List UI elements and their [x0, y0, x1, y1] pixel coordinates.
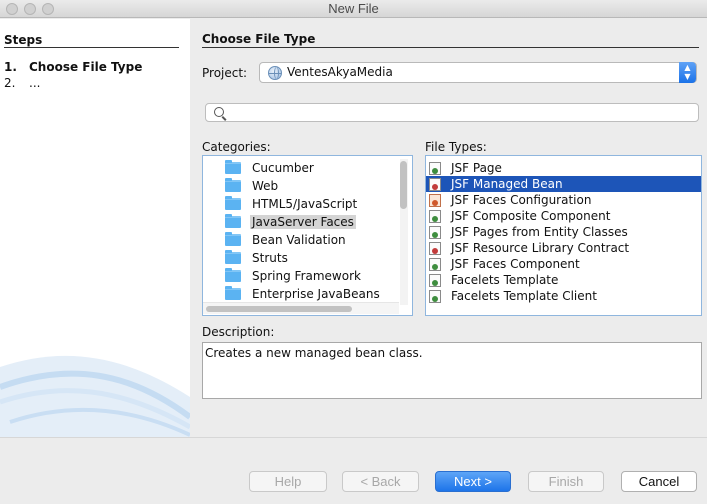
file-type-label: JSF Page	[451, 161, 502, 175]
window-title: New File	[328, 1, 379, 16]
decorative-swoosh-graphic	[0, 355, 190, 437]
category-label: HTML5/JavaScript	[252, 197, 358, 211]
category-label: Struts	[252, 251, 288, 265]
faces-config-icon	[429, 194, 441, 207]
step-2: 2....	[4, 76, 40, 90]
category-item-enterprise-javabeans[interactable]: Enterprise JavaBeans	[203, 285, 398, 303]
categories-label: Categories:	[202, 140, 271, 154]
step-2-label: ...	[29, 76, 41, 90]
file-type-jsf-page[interactable]: JSF Page	[426, 160, 701, 176]
search-icon	[214, 107, 224, 117]
category-item-struts[interactable]: Struts	[203, 249, 398, 267]
jsf-page-icon	[429, 258, 441, 271]
title-bar: New File	[0, 0, 707, 18]
category-label: Web	[252, 179, 279, 193]
project-value: VentesAkyaMedia	[287, 65, 393, 79]
category-label: Spring Framework	[252, 269, 361, 283]
scroll-thumb[interactable]	[400, 161, 407, 209]
file-type-label: JSF Composite Component	[451, 209, 611, 223]
component-icon	[429, 210, 441, 223]
category-label: Cucumber	[252, 161, 314, 175]
search-field[interactable]	[205, 103, 699, 122]
file-type-label: JSF Resource Library Contract	[451, 241, 630, 255]
file-type-label: JSF Faces Configuration	[451, 193, 592, 207]
categories-horizontal-scrollbar[interactable]	[203, 302, 399, 314]
file-type-jsf-pages-from-entity-classes[interactable]: JSF Pages from Entity Classes	[426, 224, 701, 240]
category-item-bean-validation[interactable]: Bean Validation	[203, 231, 398, 249]
description-label: Description:	[202, 325, 275, 339]
file-type-jsf-resource-library-contract[interactable]: JSF Resource Library Contract	[426, 240, 701, 256]
jsf-page-icon	[429, 162, 441, 175]
next-button[interactable]: Next >	[435, 471, 511, 492]
category-item-cucumber[interactable]: Cucumber	[203, 159, 398, 177]
finish-button[interactable]: Finish	[528, 471, 604, 492]
file-type-label: Facelets Template Client	[451, 289, 597, 303]
file-type-label: JSF Pages from Entity Classes	[451, 225, 628, 239]
file-type-jsf-managed-bean[interactable]: JSF Managed Bean	[426, 176, 701, 192]
file-type-facelets-template[interactable]: Facelets Template	[426, 272, 701, 288]
step-1: 1. Choose File Type	[4, 60, 142, 74]
folder-icon	[225, 250, 241, 264]
step-2-number: 2.	[4, 76, 16, 90]
project-select[interactable]: VentesAkyaMedia ▲ ▼	[259, 62, 697, 83]
category-label: JavaServer Faces	[250, 215, 356, 229]
category-item-javaserver-faces[interactable]: JavaServer Faces	[203, 213, 398, 231]
category-label: Bean Validation	[252, 233, 346, 247]
chevron-updown-icon[interactable]: ▲ ▼	[679, 62, 696, 83]
folder-icon	[225, 178, 241, 192]
category-item-html5-javascript[interactable]: HTML5/JavaScript	[203, 195, 398, 213]
categories-list[interactable]: Cucumber Web HTML5/JavaScript JavaServer…	[202, 155, 413, 316]
library-contract-icon	[429, 242, 441, 255]
description-text: Creates a new managed bean class.	[205, 346, 423, 360]
folder-icon	[225, 268, 241, 282]
file-type-label: Facelets Template	[451, 273, 559, 287]
steps-pane: Steps 1. Choose File Type 2....	[0, 19, 190, 437]
file-type-jsf-faces-configuration[interactable]: JSF Faces Configuration	[426, 192, 701, 208]
back-button[interactable]: < Back	[342, 471, 419, 492]
category-item-web[interactable]: Web	[203, 177, 398, 195]
description-box: Creates a new managed bean class.	[202, 342, 702, 399]
file-type-label: JSF Managed Bean	[451, 177, 563, 191]
categories-vertical-scrollbar[interactable]	[400, 159, 408, 305]
steps-heading: Steps	[4, 33, 43, 47]
file-type-label: JSF Faces Component	[451, 257, 580, 271]
folder-icon	[225, 286, 241, 300]
globe-icon	[268, 66, 282, 80]
jsf-page-icon	[429, 226, 441, 239]
folder-icon	[225, 160, 241, 174]
file-type-facelets-template-client[interactable]: Facelets Template Client	[426, 288, 701, 304]
button-bar: Help < Back Next > Finish Cancel	[0, 437, 707, 504]
template-icon	[429, 274, 441, 287]
managed-bean-icon	[429, 178, 441, 191]
section-heading: Choose File Type	[202, 32, 316, 46]
folder-icon	[225, 214, 241, 228]
category-label: Enterprise JavaBeans	[252, 287, 380, 301]
folder-icon	[225, 196, 241, 210]
template-icon	[429, 290, 441, 303]
section-divider	[202, 47, 699, 48]
step-1-number: 1.	[4, 60, 17, 74]
folder-icon	[225, 232, 241, 246]
step-1-label: Choose File Type	[29, 60, 143, 74]
file-type-jsf-composite-component[interactable]: JSF Composite Component	[426, 208, 701, 224]
search-input[interactable]	[230, 105, 690, 120]
scroll-thumb[interactable]	[206, 306, 352, 312]
file-types-label: File Types:	[425, 140, 487, 154]
steps-divider	[4, 47, 179, 48]
file-type-jsf-faces-component[interactable]: JSF Faces Component	[426, 256, 701, 272]
cancel-button[interactable]: Cancel	[621, 471, 697, 492]
file-types-list[interactable]: JSF Page JSF Managed Bean JSF Faces Conf…	[425, 155, 702, 316]
category-item-spring-framework[interactable]: Spring Framework	[203, 267, 398, 285]
project-label: Project:	[202, 66, 248, 80]
help-button[interactable]: Help	[249, 471, 327, 492]
